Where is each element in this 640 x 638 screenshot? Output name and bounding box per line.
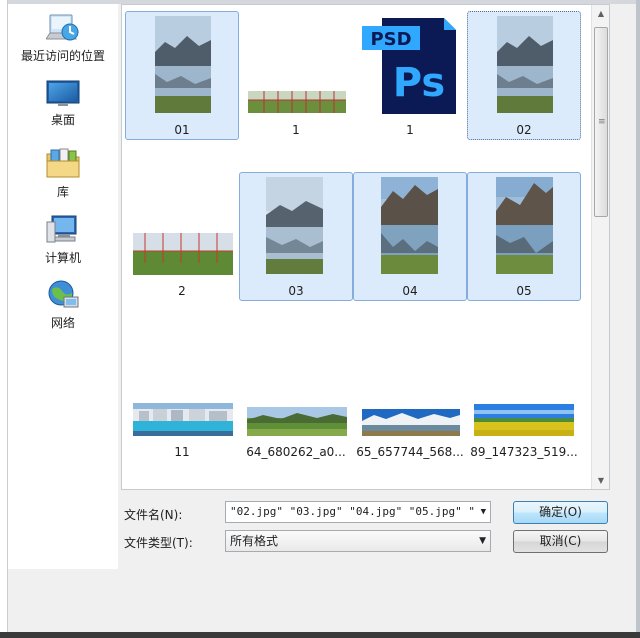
image-thumbnail (133, 403, 233, 436)
file-item[interactable]: 03 (239, 172, 353, 301)
image-thumbnail (133, 233, 233, 275)
scroll-down-arrow-icon[interactable]: ▼ (592, 472, 610, 489)
place-computer[interactable]: 计算机 (8, 214, 118, 266)
image-thumbnail (266, 177, 323, 274)
file-name: 2 (178, 284, 186, 298)
place-label: 最近访问的位置 (20, 49, 105, 63)
image-thumbnail (496, 177, 553, 274)
file-name: 11 (174, 445, 190, 459)
file-item[interactable]: 01 (125, 11, 239, 140)
file-name: 89_147323_519... (470, 445, 578, 459)
window-bottom-border (0, 632, 640, 638)
ok-button[interactable]: 确定(O) (513, 501, 608, 524)
image-thumbnail (248, 91, 346, 113)
vertical-scrollbar[interactable]: ▲ ≡ ▼ (591, 5, 609, 489)
file-name: 02 (516, 123, 532, 137)
place-label: 桌面 (50, 113, 75, 127)
window-left-border (0, 0, 8, 638)
network-icon (48, 280, 79, 308)
file-name: 04 (402, 284, 418, 298)
computer-icon (46, 215, 77, 243)
image-thumbnail (362, 409, 460, 436)
filename-value: "02.jpg" "03.jpg" "04.jpg" "05.jpg" " (230, 505, 476, 518)
place-recent[interactable]: 最近访问的位置 (8, 10, 118, 64)
file-item[interactable]: 89_147323_519... (467, 333, 581, 462)
file-name: 01 (174, 123, 190, 137)
file-item[interactable]: PSD Ps 1 (353, 11, 467, 140)
file-name: 05 (516, 284, 532, 298)
window-right-border (636, 0, 640, 638)
places-pane: 最近访问的位置 桌面 库 计算机 网络 (8, 4, 118, 569)
file-item[interactable]: 04 (353, 172, 467, 301)
svg-text:PSD: PSD (370, 29, 411, 50)
scroll-up-arrow-icon[interactable]: ▲ (592, 5, 610, 22)
file-item[interactable]: 1 (239, 11, 353, 140)
chevron-down-icon[interactable]: ▼ (479, 531, 486, 551)
file-name: 1 (292, 123, 300, 137)
place-label: 库 (56, 185, 69, 199)
file-name: 65_657744_568... (356, 445, 464, 459)
libraries-icon (46, 148, 80, 178)
file-name: 64_680262_a0... (246, 445, 346, 459)
file-name: 1 (406, 123, 414, 137)
file-item[interactable]: 02 (467, 11, 581, 140)
place-label: 网络 (50, 316, 75, 330)
filename-label: 文件名(N): (124, 508, 183, 522)
filetype-label: 文件类型(T): (124, 536, 193, 550)
file-name: 03 (288, 284, 304, 298)
grip-icon: ≡ (598, 117, 606, 127)
image-thumbnail (474, 404, 574, 436)
place-label: 计算机 (44, 251, 81, 265)
image-thumbnail (497, 16, 553, 113)
desktop-icon (46, 80, 80, 106)
psd-file-icon: PSD Ps (362, 18, 456, 114)
filetype-value: 所有格式 (230, 534, 279, 548)
image-thumbnail (155, 16, 211, 113)
file-item[interactable]: 65_657744_568... (353, 333, 467, 462)
chevron-down-icon[interactable]: ▼ (476, 502, 486, 522)
image-thumbnail (247, 407, 347, 436)
filetype-select[interactable]: 所有格式 ▼ (225, 530, 491, 552)
cancel-button[interactable]: 取消(C) (513, 530, 608, 553)
file-item[interactable]: 11 (125, 333, 239, 462)
place-libraries[interactable]: 库 (8, 146, 118, 200)
image-thumbnail (381, 177, 438, 274)
scrollbar-thumb[interactable]: ≡ (594, 27, 608, 217)
file-item[interactable]: 2 (125, 172, 239, 301)
place-desktop[interactable]: 桌面 (8, 80, 118, 128)
file-view[interactable]: 01 1 PSD Ps 1 02 2 03 04 05 11 64_680262… (121, 4, 610, 490)
file-item[interactable]: 64_680262_a0... (239, 333, 353, 462)
filename-input[interactable]: "02.jpg" "03.jpg" "04.jpg" "05.jpg" " ▼ (225, 501, 491, 523)
svg-text:Ps: Ps (393, 60, 445, 106)
place-network[interactable]: 网络 (8, 279, 118, 331)
recent-places-icon (46, 14, 79, 41)
file-item[interactable]: 05 (467, 172, 581, 301)
